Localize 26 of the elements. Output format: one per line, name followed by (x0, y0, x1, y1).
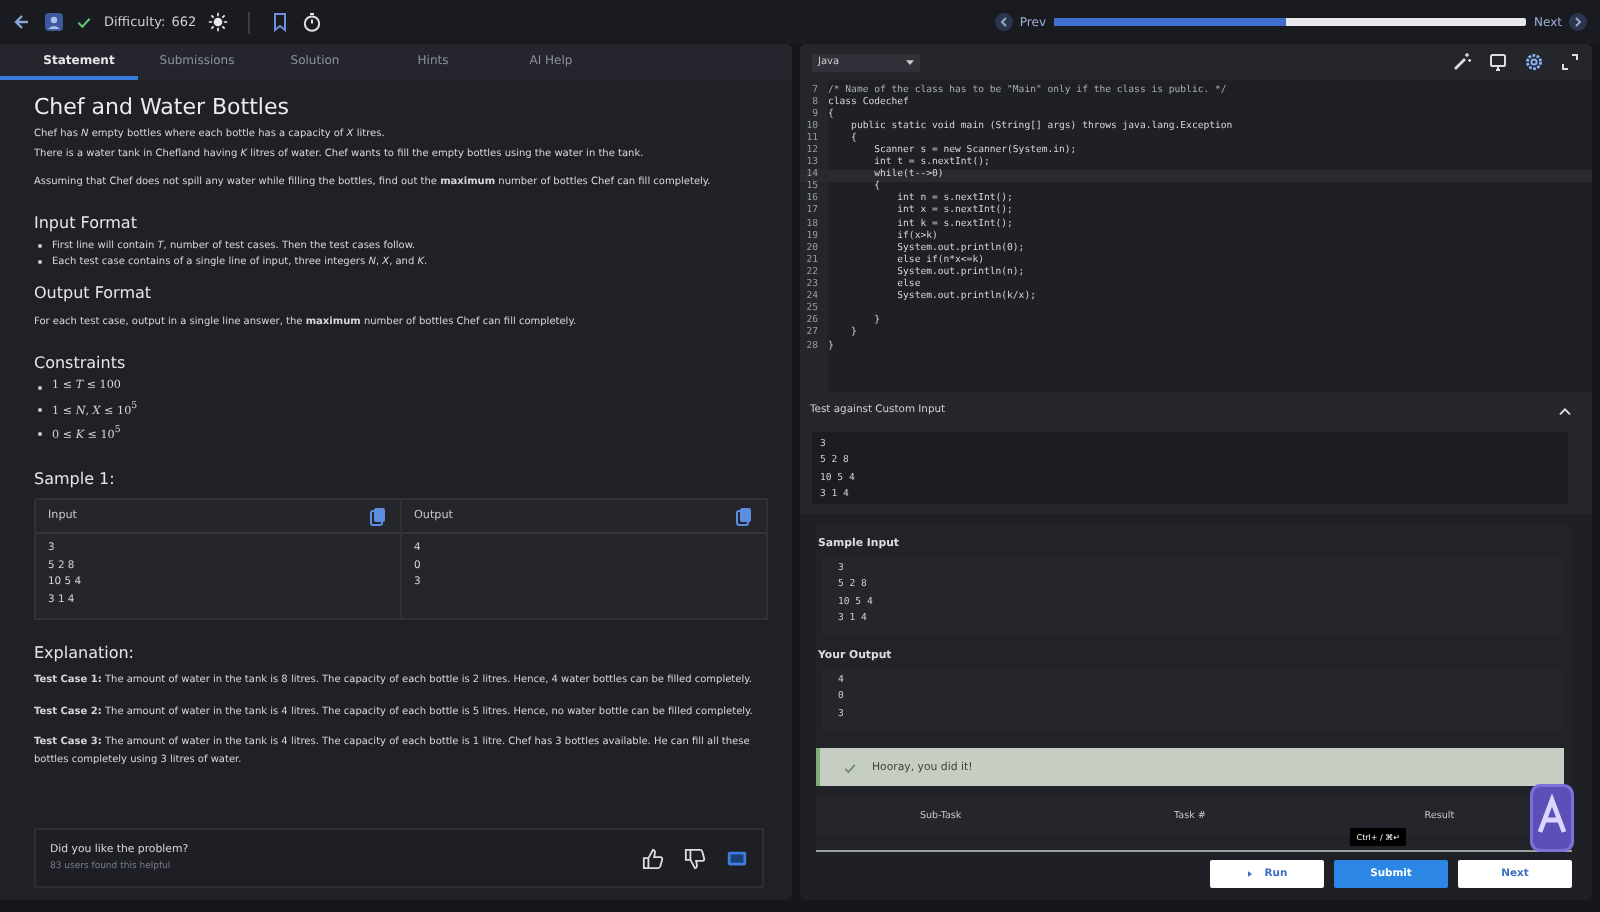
section-heading: Output Format (34, 284, 154, 302)
assistant-widget-icon[interactable] (1530, 784, 1574, 852)
check-icon (842, 759, 858, 776)
thumbs-down-icon[interactable] (684, 847, 706, 869)
problem-title: Chef and Water Bottles (34, 94, 291, 120)
bookmark-icon[interactable] (270, 12, 291, 32)
copy-icon[interactable] (734, 506, 754, 527)
timer-icon[interactable] (302, 12, 323, 32)
back-arrow-icon[interactable] (12, 12, 32, 32)
section-heading: Input Format (34, 214, 139, 232)
section-heading: Explanation: (34, 644, 136, 663)
chevron-up-icon[interactable] (1558, 405, 1572, 415)
thumbs-up-icon[interactable] (642, 847, 664, 869)
comment-icon[interactable] (726, 847, 748, 869)
monitor-icon[interactable] (1488, 52, 1508, 72)
sun-icon[interactable] (208, 12, 229, 32)
section-heading: Constraints (34, 354, 128, 372)
section-heading: Sample 1: (34, 470, 117, 489)
chevron-right-icon (1568, 12, 1588, 32)
copy-icon[interactable] (368, 506, 388, 527)
user-avatar-icon[interactable] (44, 12, 64, 32)
chevron-left-icon (993, 12, 1014, 32)
magic-wand-icon[interactable] (1452, 52, 1472, 72)
settings-icon[interactable] (1524, 52, 1544, 72)
dropdown-caret-icon (906, 59, 914, 65)
expand-icon[interactable] (1560, 52, 1580, 72)
